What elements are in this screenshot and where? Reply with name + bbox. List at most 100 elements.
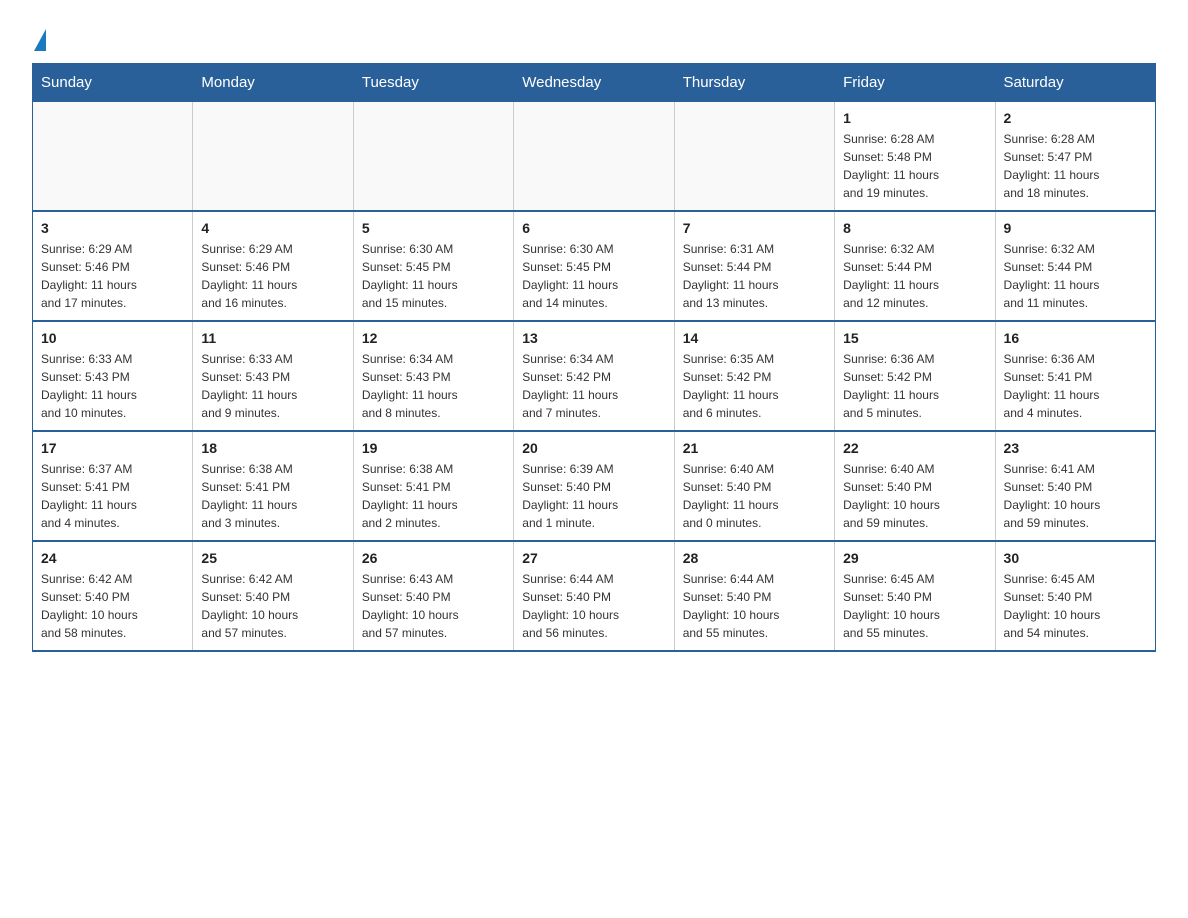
day-info: Sunrise: 6:40 AMSunset: 5:40 PMDaylight:… [683,460,826,532]
day-info: Sunrise: 6:33 AMSunset: 5:43 PMDaylight:… [41,350,184,422]
week-row-5: 24 Sunrise: 6:42 AMSunset: 5:40 PMDayligh… [33,541,1156,651]
calendar-cell-w4-d3: 19 Sunrise: 6:38 AMSunset: 5:41 PMDayligh… [353,431,513,541]
day-info: Sunrise: 6:38 AMSunset: 5:41 PMDaylight:… [201,460,344,532]
calendar-cell-w1-d4 [514,101,674,211]
day-info: Sunrise: 6:42 AMSunset: 5:40 PMDaylight:… [41,570,184,642]
day-number: 25 [201,550,344,566]
day-number: 21 [683,440,826,456]
calendar-cell-w3-d6: 15 Sunrise: 6:36 AMSunset: 5:42 PMDayligh… [835,321,995,431]
day-info: Sunrise: 6:41 AMSunset: 5:40 PMDaylight:… [1004,460,1147,532]
day-number: 6 [522,220,665,236]
day-number: 18 [201,440,344,456]
day-number: 30 [1004,550,1147,566]
day-info: Sunrise: 6:28 AMSunset: 5:48 PMDaylight:… [843,130,986,202]
week-row-1: 1 Sunrise: 6:28 AMSunset: 5:48 PMDaylight… [33,101,1156,211]
day-number: 7 [683,220,826,236]
weekday-header-saturday: Saturday [995,63,1155,101]
day-info: Sunrise: 6:38 AMSunset: 5:41 PMDaylight:… [362,460,505,532]
day-info: Sunrise: 6:45 AMSunset: 5:40 PMDaylight:… [1004,570,1147,642]
day-info: Sunrise: 6:42 AMSunset: 5:40 PMDaylight:… [201,570,344,642]
calendar-cell-w4-d6: 22Sunrise: 6:40 AMSunset: 5:40 PMDayligh… [835,431,995,541]
day-number: 19 [362,440,505,456]
day-info: Sunrise: 6:35 AMSunset: 5:42 PMDaylight:… [683,350,826,422]
calendar-cell-w1-d3 [353,101,513,211]
calendar-cell-w1-d6: 1 Sunrise: 6:28 AMSunset: 5:48 PMDaylight… [835,101,995,211]
day-number: 26 [362,550,505,566]
calendar-cell-w3-d3: 12Sunrise: 6:34 AMSunset: 5:43 PMDayligh… [353,321,513,431]
calendar-cell-w4-d5: 21 Sunrise: 6:40 AMSunset: 5:40 PMDayligh… [674,431,834,541]
day-info: Sunrise: 6:43 AMSunset: 5:40 PMDaylight:… [362,570,505,642]
day-info: Sunrise: 6:34 AMSunset: 5:43 PMDaylight:… [362,350,505,422]
calendar-cell-w1-d1 [33,101,193,211]
day-number: 27 [522,550,665,566]
weekday-header-row: SundayMondayTuesdayWednesdayThursdayFrid… [33,63,1156,101]
day-number: 28 [683,550,826,566]
day-number: 14 [683,330,826,346]
day-info: Sunrise: 6:39 AMSunset: 5:40 PMDaylight:… [522,460,665,532]
day-number: 9 [1004,220,1147,236]
day-info: Sunrise: 6:29 AMSunset: 5:46 PMDaylight:… [41,240,184,312]
calendar-cell-w1-d2 [193,101,353,211]
page-header [32,24,1156,47]
calendar-cell-w5-d4: 27 Sunrise: 6:44 AMSunset: 5:40 PMDayligh… [514,541,674,651]
logo-triangle-icon [34,29,46,51]
calendar-cell-w5-d1: 24 Sunrise: 6:42 AMSunset: 5:40 PMDayligh… [33,541,193,651]
day-number: 2 [1004,110,1147,126]
day-info: Sunrise: 6:36 AMSunset: 5:42 PMDaylight:… [843,350,986,422]
day-number: 15 [843,330,986,346]
day-number: 4 [201,220,344,236]
calendar-cell-w2-d7: 9 Sunrise: 6:32 AMSunset: 5:44 PMDaylight… [995,211,1155,321]
day-info: Sunrise: 6:45 AMSunset: 5:40 PMDaylight:… [843,570,986,642]
day-number: 10 [41,330,184,346]
calendar-cell-w4-d2: 18 Sunrise: 6:38 AMSunset: 5:41 PMDayligh… [193,431,353,541]
day-info: Sunrise: 6:30 AMSunset: 5:45 PMDaylight:… [362,240,505,312]
week-row-3: 10 Sunrise: 6:33 AMSunset: 5:43 PMDayligh… [33,321,1156,431]
calendar-cell-w5-d6: 29 Sunrise: 6:45 AMSunset: 5:40 PMDayligh… [835,541,995,651]
weekday-header-friday: Friday [835,63,995,101]
weekday-header-monday: Monday [193,63,353,101]
calendar-cell-w5-d5: 28Sunrise: 6:44 AMSunset: 5:40 PMDayligh… [674,541,834,651]
calendar-cell-w2-d2: 4 Sunrise: 6:29 AMSunset: 5:46 PMDaylight… [193,211,353,321]
day-number: 1 [843,110,986,126]
day-info: Sunrise: 6:32 AMSunset: 5:44 PMDaylight:… [843,240,986,312]
day-number: 3 [41,220,184,236]
day-info: Sunrise: 6:44 AMSunset: 5:40 PMDaylight:… [522,570,665,642]
day-info: Sunrise: 6:37 AMSunset: 5:41 PMDaylight:… [41,460,184,532]
calendar-cell-w5-d3: 26 Sunrise: 6:43 AMSunset: 5:40 PMDayligh… [353,541,513,651]
day-number: 20 [522,440,665,456]
calendar-cell-w3-d2: 11 Sunrise: 6:33 AMSunset: 5:43 PMDayligh… [193,321,353,431]
day-number: 11 [201,330,344,346]
day-info: Sunrise: 6:31 AMSunset: 5:44 PMDaylight:… [683,240,826,312]
day-number: 16 [1004,330,1147,346]
calendar-table: SundayMondayTuesdayWednesdayThursdayFrid… [32,63,1156,652]
day-number: 5 [362,220,505,236]
day-info: Sunrise: 6:30 AMSunset: 5:45 PMDaylight:… [522,240,665,312]
day-number: 8 [843,220,986,236]
weekday-header-tuesday: Tuesday [353,63,513,101]
day-info: Sunrise: 6:28 AMSunset: 5:47 PMDaylight:… [1004,130,1147,202]
day-info: Sunrise: 6:32 AMSunset: 5:44 PMDaylight:… [1004,240,1147,312]
day-number: 13 [522,330,665,346]
weekday-header-sunday: Sunday [33,63,193,101]
calendar-cell-w2-d4: 6 Sunrise: 6:30 AMSunset: 5:45 PMDaylight… [514,211,674,321]
day-number: 23 [1004,440,1147,456]
calendar-cell-w5-d7: 30 Sunrise: 6:45 AMSunset: 5:40 PMDayligh… [995,541,1155,651]
calendar-cell-w3-d7: 16Sunrise: 6:36 AMSunset: 5:41 PMDayligh… [995,321,1155,431]
day-number: 17 [41,440,184,456]
calendar-cell-w5-d2: 25 Sunrise: 6:42 AMSunset: 5:40 PMDayligh… [193,541,353,651]
calendar-cell-w1-d5 [674,101,834,211]
week-row-4: 17 Sunrise: 6:37 AMSunset: 5:41 PMDayligh… [33,431,1156,541]
calendar-cell-w2-d1: 3 Sunrise: 6:29 AMSunset: 5:46 PMDaylight… [33,211,193,321]
day-info: Sunrise: 6:33 AMSunset: 5:43 PMDaylight:… [201,350,344,422]
calendar-cell-w2-d5: 7 Sunrise: 6:31 AMSunset: 5:44 PMDaylight… [674,211,834,321]
calendar-cell-w4-d7: 23 Sunrise: 6:41 AMSunset: 5:40 PMDayligh… [995,431,1155,541]
day-info: Sunrise: 6:29 AMSunset: 5:46 PMDaylight:… [201,240,344,312]
calendar-cell-w3-d5: 14 Sunrise: 6:35 AMSunset: 5:42 PMDayligh… [674,321,834,431]
week-row-2: 3 Sunrise: 6:29 AMSunset: 5:46 PMDaylight… [33,211,1156,321]
day-number: 29 [843,550,986,566]
weekday-header-thursday: Thursday [674,63,834,101]
calendar-cell-w2-d6: 8 Sunrise: 6:32 AMSunset: 5:44 PMDaylight… [835,211,995,321]
day-number: 24 [41,550,184,566]
calendar-cell-w4-d1: 17 Sunrise: 6:37 AMSunset: 5:41 PMDayligh… [33,431,193,541]
logo [32,24,46,47]
